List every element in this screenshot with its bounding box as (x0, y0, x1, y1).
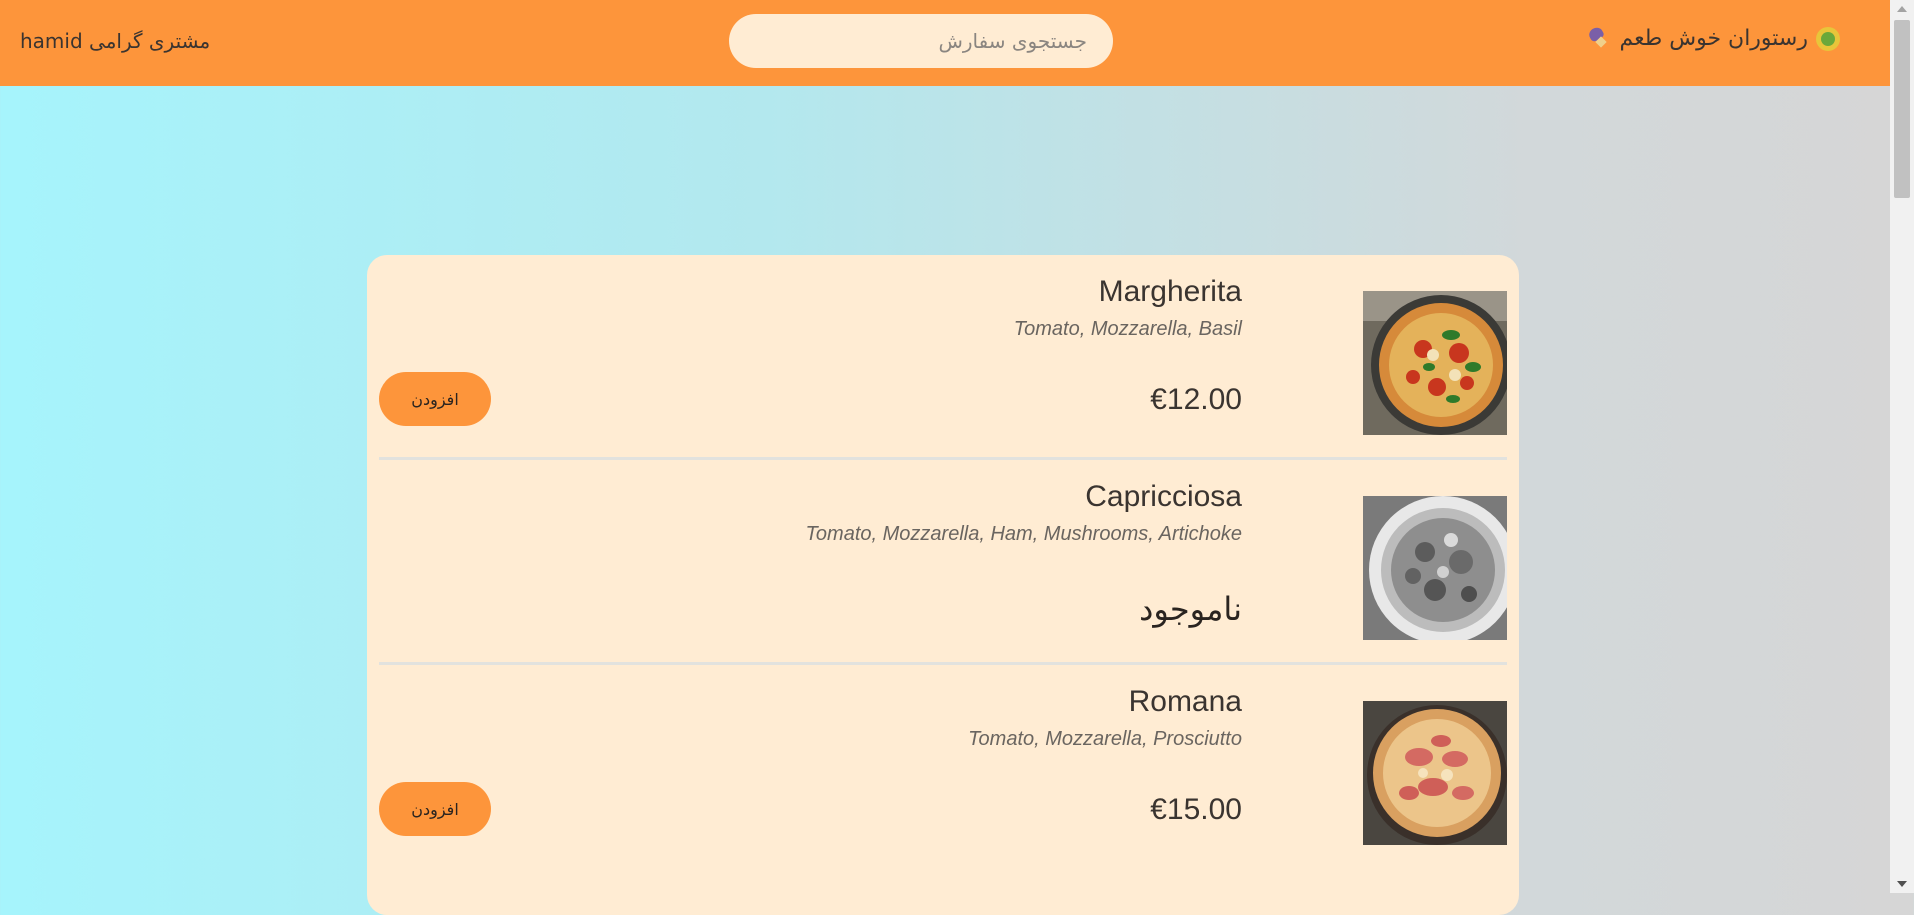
item-name: Margherita (1098, 275, 1242, 308)
menu-item: Margherita Tomato, Mozzarella, Basil €12… (379, 255, 1507, 460)
pizza-photo (1363, 291, 1507, 435)
menu-list: Margherita Tomato, Mozzarella, Basil €12… (367, 255, 1519, 915)
item-name: Romana (1128, 685, 1242, 718)
menu-item: Capricciosa Tomato, Mozzarella, Ham, Mus… (379, 460, 1507, 665)
scrollbar-thumb[interactable] (1894, 20, 1910, 198)
search-input[interactable] (729, 14, 1113, 68)
add-button[interactable]: افزودن (379, 782, 491, 836)
item-ingredients: Tomato, Mozzarella, Prosciutto (968, 728, 1242, 750)
unavailable-label: ناموجود (1139, 590, 1242, 628)
pizza-photo (1363, 496, 1507, 640)
brand[interactable]: رستوران خوش طعم (1587, 26, 1840, 51)
item-price: €15.00 (1150, 793, 1242, 826)
food-logo-icon (1816, 26, 1840, 51)
item-price: €12.00 (1150, 383, 1242, 416)
brand-name: رستوران خوش طعم (1619, 26, 1808, 51)
vertical-scrollbar[interactable] (1890, 0, 1914, 893)
scroll-down-arrow-icon[interactable] (1897, 881, 1907, 887)
top-header: رستوران خوش طعم مشتری گرامی hamid (0, 0, 1890, 86)
ice-cream-icon (1587, 28, 1609, 50)
pizza-photo (1363, 701, 1507, 845)
scroll-up-arrow-icon[interactable] (1897, 6, 1907, 12)
item-ingredients: Tomato, Mozzarella, Ham, Mushrooms, Arti… (805, 523, 1242, 545)
add-button[interactable]: افزودن (379, 372, 491, 426)
item-ingredients: Tomato, Mozzarella, Basil (1013, 318, 1242, 340)
user-greeting: مشتری گرامی hamid (20, 29, 211, 53)
item-name: Capricciosa (1085, 480, 1242, 513)
menu-item: Romana Tomato, Mozzarella, Prosciutto €1… (379, 665, 1507, 870)
